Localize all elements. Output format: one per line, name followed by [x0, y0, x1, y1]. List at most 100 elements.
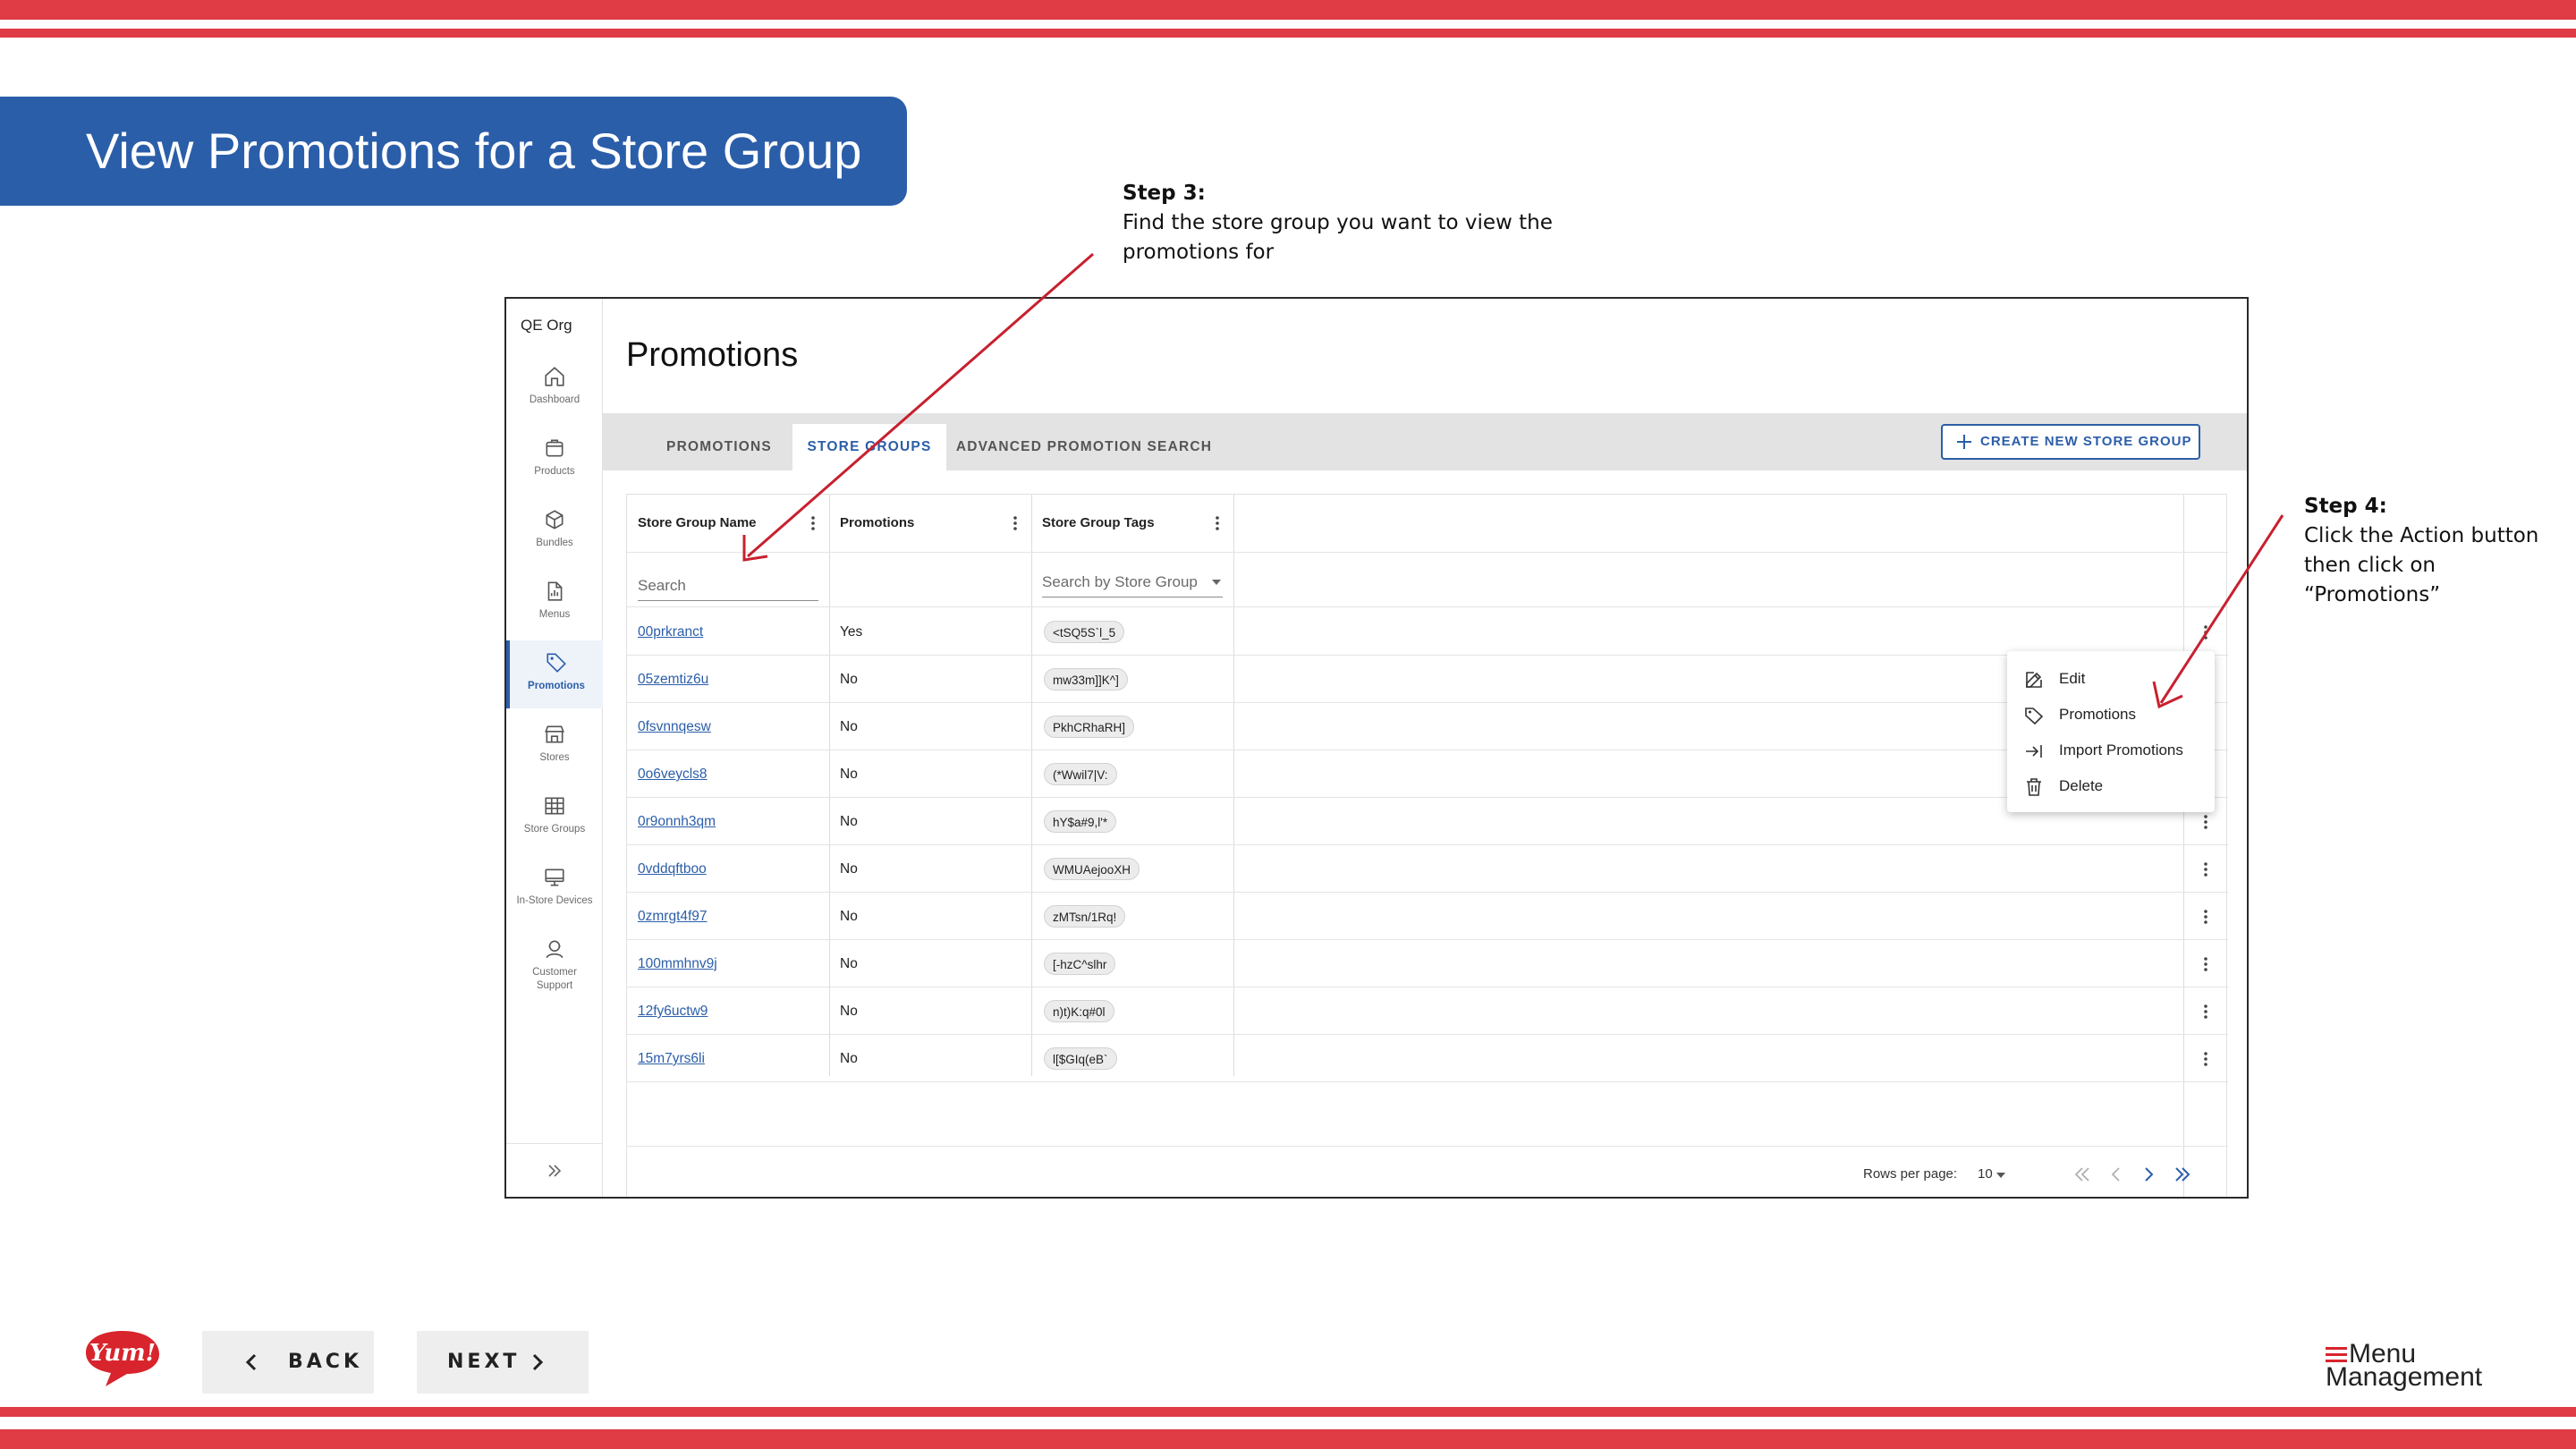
sidebar-item-store-groups[interactable]: Store Groups: [506, 784, 603, 852]
promotions-value: Yes: [840, 624, 863, 640]
more-vert-icon: [2204, 1004, 2207, 1019]
sidebar-item-stores[interactable]: Stores: [506, 712, 603, 780]
back-button[interactable]: BACK: [202, 1331, 374, 1394]
table-row: 0r9onnh3qm No hY$a#9,l'*: [627, 798, 2228, 845]
create-new-store-group-button[interactable]: CREATE NEW STORE GROUP: [1941, 424, 2200, 460]
store-group-name-link[interactable]: 0zmrgt4f97: [638, 893, 708, 940]
sidebar-item-label: Promotions: [528, 681, 585, 691]
more-vert-icon: [2204, 862, 2207, 877]
sidebar-item-label: Store Groups: [523, 824, 586, 835]
step-4-label: Step 4:: [2304, 495, 2387, 518]
create-button-label: CREATE NEW STORE GROUP: [1980, 434, 2192, 449]
tag-icon: [547, 653, 566, 673]
tab-promotions[interactable]: PROMOTIONS: [648, 424, 791, 470]
row-action-button[interactable]: [2183, 893, 2228, 940]
chevron-right-icon: [532, 1353, 544, 1371]
first-page-icon[interactable]: [2071, 1163, 2094, 1186]
table-row: 0vddqftboo No WMUAejooXH: [627, 845, 2228, 893]
sidebar-item-bundles[interactable]: Bundles: [506, 497, 603, 565]
tag-search-placeholder: Search by Store Group: [1042, 573, 1198, 590]
org-name: QE Org: [521, 317, 572, 334]
table-row: 0zmrgt4f97 No zMTsn/1Rq!: [627, 893, 2228, 940]
store-group-tag-search-select[interactable]: Search by Store Group: [1042, 567, 1223, 597]
menu-item-promotions[interactable]: Promotions: [2007, 698, 2215, 733]
column-header-promotions[interactable]: Promotions: [840, 495, 914, 552]
row-action-button[interactable]: [2183, 845, 2228, 893]
sidebar-expand-button[interactable]: [506, 1143, 603, 1197]
table-pagination: Rows per page: 10: [627, 1146, 2228, 1197]
menu-management-logo: Menu Management: [2324, 1340, 2494, 1394]
store-group-name-link[interactable]: 05zemtiz6u: [638, 656, 708, 703]
yum-logo: Yum!: [86, 1331, 159, 1386]
promotions-value: No: [840, 956, 858, 971]
top-stripe-thin: [0, 29, 2576, 38]
row-action-menu: Edit Promotions Import Promotions Delete: [2007, 651, 2215, 812]
column-menu-icon[interactable]: [1012, 514, 1019, 532]
import-icon: [2026, 745, 2042, 758]
plus-icon: [1957, 435, 1971, 449]
tab-advanced-promotion-search[interactable]: ADVANCED PROMOTION SEARCH: [950, 424, 1218, 470]
app-window: QE Org Dashboard Products Bundles Menus …: [504, 297, 2249, 1199]
rows-per-page-value: 10: [1978, 1166, 1993, 1182]
sidebar-item-in-store-devices[interactable]: In-Store Devices: [506, 855, 603, 923]
store-group-name-link[interactable]: 12fy6uctw9: [638, 987, 708, 1035]
step-4-text: Click the Action button then click on “P…: [2304, 524, 2539, 606]
sidebar-item-products[interactable]: Products: [506, 426, 603, 494]
main-content: Promotions PROMOTIONS STORE GROUPS ADVAN…: [603, 299, 2247, 1197]
store-group-name-link[interactable]: 00prkranct: [638, 608, 703, 656]
row-action-button[interactable]: [2183, 608, 2228, 656]
column-header-store-group-tags[interactable]: Store Group Tags: [1042, 495, 1155, 552]
sidebar-item-label: Bundles: [536, 538, 573, 548]
row-action-button[interactable]: [2183, 940, 2228, 987]
store-group-name-search-input[interactable]: Search: [638, 571, 818, 601]
sidebar-item-label: In-Store Devices: [516, 895, 593, 906]
table-row: 00prkranct Yes <tSQ5S`l_5: [627, 608, 2228, 656]
column-menu-icon[interactable]: [1214, 514, 1221, 532]
store-group-name-link[interactable]: 0vddqftboo: [638, 845, 707, 893]
menu-item-delete[interactable]: Delete: [2007, 769, 2215, 805]
back-button-label: BACK: [288, 1351, 362, 1373]
sidebar-item-customer-support[interactable]: Customer Support: [506, 927, 603, 1007]
last-page-icon[interactable]: [2171, 1163, 2194, 1186]
store-group-name-link[interactable]: 0fsvnnqesw: [638, 703, 711, 750]
store-group-tag-chip: n)t)K:q#0l: [1044, 1000, 1114, 1022]
previous-page-icon[interactable]: [2105, 1163, 2128, 1186]
sidebar-item-dashboard[interactable]: Dashboard: [506, 354, 603, 422]
yum-logo-text: Yum!: [89, 1340, 156, 1367]
column-header-store-group-name[interactable]: Store Group Name: [638, 495, 757, 552]
next-button[interactable]: NEXT: [417, 1331, 589, 1394]
store-group-name-link[interactable]: 15m7yrs6li: [638, 1035, 705, 1082]
store-group-tag-chip: WMUAejooXH: [1044, 858, 1140, 880]
tag-icon: [2025, 708, 2044, 725]
rows-per-page-select[interactable]: 10: [1978, 1166, 2005, 1182]
store-group-name-link[interactable]: 0r9onnh3qm: [638, 798, 716, 845]
row-action-button[interactable]: [2183, 987, 2228, 1035]
more-vert-icon: [2204, 910, 2207, 924]
sidebar-item-label: Dashboard: [529, 394, 580, 405]
step-3-text: Find the store group you want to view th…: [1123, 211, 1553, 264]
promotions-value: No: [840, 909, 858, 924]
sidebar: QE Org Dashboard Products Bundles Menus …: [506, 299, 603, 1197]
store-group-name-link[interactable]: 0o6veycls8: [638, 750, 708, 798]
step-3-label: Step 3:: [1123, 182, 1206, 205]
next-page-icon[interactable]: [2137, 1163, 2160, 1186]
box-icon: [546, 439, 564, 457]
column-menu-icon[interactable]: [809, 514, 817, 532]
sidebar-item-menus[interactable]: Menus: [506, 569, 603, 637]
sidebar-item-label: Stores: [539, 752, 570, 763]
row-action-button[interactable]: [2183, 1035, 2228, 1082]
store-group-tag-chip: zMTsn/1Rq!: [1044, 905, 1126, 928]
tutorial-slide: View Promotions for a Store Group Step 3…: [0, 0, 2576, 1449]
cube-icon: [546, 510, 564, 530]
menu-item-import-promotions[interactable]: Import Promotions: [2007, 733, 2215, 769]
sidebar-item-promotions[interactable]: Promotions: [506, 640, 603, 708]
trash-icon: [2027, 778, 2041, 796]
menu-item-edit[interactable]: Edit: [2007, 662, 2215, 698]
store-group-name-link[interactable]: 100mmhnv9j: [638, 940, 717, 987]
store-groups-table: Store Group Name Promotions Store Group …: [626, 494, 2228, 1197]
table-row: 12fy6uctw9 No n)t)K:q#0l: [627, 987, 2228, 1035]
store-group-tag-chip: PkhCRhaRH]: [1044, 716, 1135, 738]
sidebar-item-label: Menus: [538, 609, 571, 620]
promotions-value: No: [840, 719, 858, 734]
tab-store-groups[interactable]: STORE GROUPS: [792, 424, 946, 470]
